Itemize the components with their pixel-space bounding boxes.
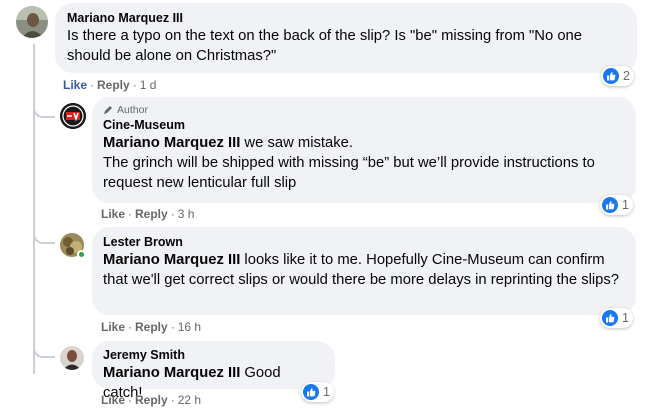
author-badge: Author <box>103 104 625 116</box>
like-icon <box>602 310 618 326</box>
mention-link[interactable]: Mariano Marquez III <box>103 365 240 381</box>
avatar-mariano[interactable] <box>16 6 48 38</box>
reaction-count[interactable]: 1 <box>301 382 334 402</box>
like-icon <box>303 384 319 400</box>
comment-text: Mariano Marquez III looks like it to me.… <box>103 250 625 290</box>
thread-connector <box>33 222 55 244</box>
comment-bubble: Mariano Marquez III Is there a typo on t… <box>55 3 637 73</box>
reply-button[interactable]: Reply <box>97 78 130 92</box>
reaction-count-text: 1 <box>622 198 629 212</box>
comment-author[interactable]: Mariano Marquez III <box>67 11 625 25</box>
timestamp[interactable]: 22 h <box>178 393 201 407</box>
reply-button[interactable]: Reply <box>135 320 168 334</box>
reaction-count-text: 1 <box>622 311 629 325</box>
avatar-cine-museum[interactable] <box>60 103 86 129</box>
comment-bubble: Lester Brown Mariano Marquez III looks l… <box>92 227 636 315</box>
author-badge-label: Author <box>117 104 148 116</box>
reaction-count-text: 2 <box>623 69 630 83</box>
reaction-count[interactable]: 1 <box>600 308 633 328</box>
reaction-count[interactable]: 1 <box>600 195 633 215</box>
comment-text: Is there a typo on the text on the back … <box>67 28 583 64</box>
reaction-count[interactable]: 2 <box>601 66 634 86</box>
thread-connector <box>33 98 55 118</box>
timestamp[interactable]: 3 h <box>178 207 195 221</box>
timestamp[interactable]: 1 d <box>140 78 157 92</box>
timestamp[interactable]: 16 h <box>178 320 201 334</box>
comment-bubble: Jeremy Smith Mariano Marquez III Good ca… <box>92 341 335 401</box>
comment-text: Mariano Marquez III we saw mistake. <box>103 133 625 153</box>
comment-bubble: Author Cine-Museum Mariano Marquez III w… <box>92 97 636 203</box>
reply-button[interactable]: Reply <box>135 207 168 221</box>
like-button[interactable]: Like <box>101 393 125 407</box>
like-button[interactable]: Like <box>101 207 125 221</box>
comment-text-part: we saw mistake. <box>240 135 353 151</box>
pencil-icon <box>104 106 112 114</box>
reply-button[interactable]: Reply <box>135 393 168 407</box>
like-button[interactable]: Like <box>63 78 87 92</box>
comment-author[interactable]: Cine-Museum <box>103 118 625 132</box>
reaction-count-text: 1 <box>323 385 330 399</box>
online-status-dot <box>77 250 86 259</box>
comment-author[interactable]: Lester Brown <box>103 235 625 249</box>
mention-link[interactable]: Mariano Marquez III <box>103 252 240 268</box>
comment-author[interactable]: Jeremy Smith <box>103 348 324 362</box>
avatar-jeremy[interactable] <box>60 346 84 370</box>
thread-line <box>33 44 35 374</box>
comment-text: The grinch will be shipped with missing … <box>103 155 595 191</box>
comment-actions: Like · Reply · 1 d <box>63 78 157 92</box>
comment-actions: Like · Reply · 3 h <box>101 207 195 221</box>
thread-connector <box>33 338 55 358</box>
like-icon <box>603 68 619 84</box>
comment-actions: Like · Reply · 16 h <box>101 320 202 334</box>
like-icon <box>602 197 618 213</box>
mention-link[interactable]: Mariano Marquez III <box>103 135 240 151</box>
like-button[interactable]: Like <box>101 320 125 334</box>
comment-actions: Like · Reply · 22 h <box>101 393 202 407</box>
